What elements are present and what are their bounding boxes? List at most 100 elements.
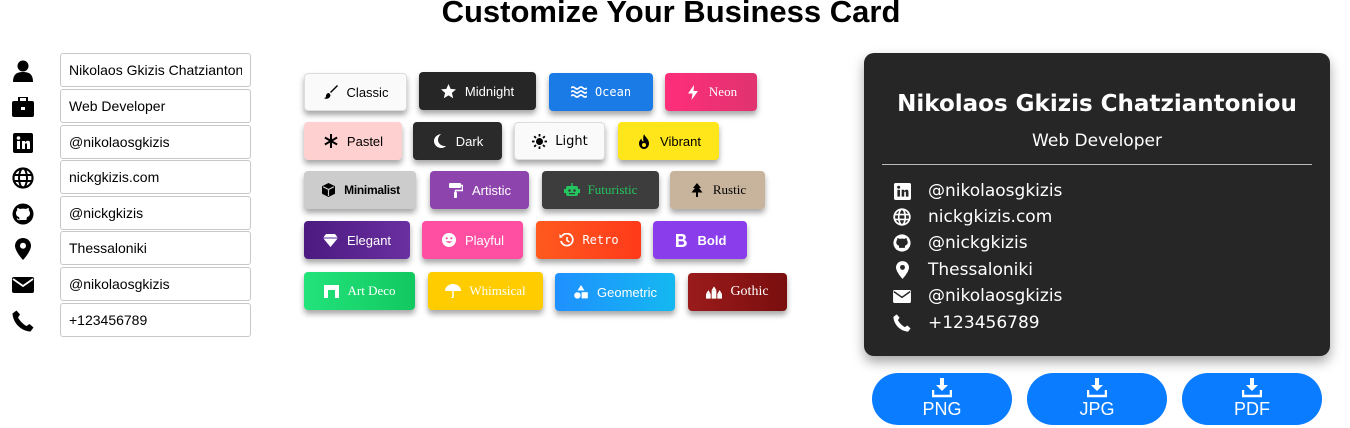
- theme-ocean-button[interactable]: Ocean: [549, 73, 653, 111]
- theme-minimalist-label: Minimalist: [344, 183, 400, 197]
- theme-vibrant-button[interactable]: Vibrant: [618, 122, 719, 160]
- github-input[interactable]: [60, 196, 251, 230]
- form-row-website: [10, 160, 255, 196]
- theme-whimsical-button[interactable]: Whimsical: [428, 272, 543, 310]
- theme-geometric-button[interactable]: Geometric: [555, 273, 675, 311]
- form-row-github: [10, 196, 255, 232]
- map-pin-icon: [12, 238, 34, 260]
- website-input[interactable]: [60, 160, 251, 194]
- phone-icon: [12, 310, 34, 332]
- download-pdf-button[interactable]: PDF: [1182, 373, 1322, 425]
- star-icon: [441, 83, 457, 99]
- theme-elegant-label: Elegant: [346, 232, 392, 248]
- theme-light-label: Light: [555, 133, 588, 149]
- card-email-text: @nikolaosgkizis: [928, 286, 1063, 306]
- waves-icon: [570, 84, 587, 100]
- tree-icon: [689, 182, 705, 198]
- smile-icon: [441, 232, 457, 248]
- theme-artdeco-button[interactable]: Art Deco: [304, 272, 415, 310]
- globe-icon: [892, 207, 912, 227]
- card-job-title: Web Developer: [1032, 131, 1162, 151]
- cube-icon: [320, 182, 336, 198]
- form-row-email: [10, 267, 255, 303]
- theme-retro-label: Retro: [582, 233, 619, 247]
- download-icon: [1086, 378, 1108, 398]
- theme-bold-label: Bold: [697, 232, 727, 248]
- card-email-row: @nikolaosgkizis: [892, 285, 1062, 307]
- github-icon: [12, 203, 34, 225]
- download-icon: [1241, 378, 1263, 398]
- envelope-icon: [12, 274, 34, 296]
- download-icon: [931, 378, 953, 398]
- theme-minimalist-button[interactable]: Minimalist: [304, 171, 416, 209]
- job-title-input[interactable]: [60, 89, 251, 123]
- card-location-row: Thessaloniki: [892, 259, 1033, 281]
- theme-rustic-label: Rustic: [712, 182, 747, 197]
- theme-midnight-button[interactable]: Midnight: [419, 72, 536, 110]
- theme-ocean-label: Ocean: [594, 85, 632, 99]
- theme-gothic-label: Gothic: [730, 284, 769, 299]
- phone-input[interactable]: [60, 303, 251, 337]
- theme-rustic-button[interactable]: Rustic: [670, 171, 765, 209]
- download-jpg-button[interactable]: JPG: [1027, 373, 1167, 425]
- umbrella-icon: [445, 283, 462, 299]
- card-location-text: Thessaloniki: [928, 260, 1033, 280]
- theme-whimsical-label: Whimsical: [469, 283, 526, 298]
- download-jpg-label: JPG: [1079, 399, 1115, 419]
- theme-dark-button[interactable]: Dark: [413, 122, 502, 160]
- theme-classic-label: Classic: [346, 84, 389, 100]
- card-website-row: nickgkizis.com: [892, 206, 1052, 228]
- theme-futuristic-button[interactable]: Futuristic: [542, 171, 659, 209]
- form-row-linkedin: [10, 125, 255, 161]
- shapes-icon: [573, 284, 589, 300]
- linkedin-input[interactable]: [60, 125, 251, 159]
- theme-vibrant-label: Vibrant: [660, 133, 701, 149]
- user-icon: [12, 60, 34, 82]
- download-png-label: PNG: [922, 399, 962, 419]
- card-phone-row: +123456789: [892, 312, 1040, 334]
- email-input[interactable]: [60, 267, 251, 301]
- globe-icon: [12, 167, 34, 189]
- linkedin-icon: [892, 181, 912, 201]
- theme-pastel-button[interactable]: Pastel: [304, 122, 402, 160]
- card-github-text: @nickgkizis: [928, 233, 1028, 253]
- theme-retro-button[interactable]: Retro: [536, 221, 641, 259]
- theme-gothic-button[interactable]: Gothic: [688, 273, 787, 311]
- theme-neon-button[interactable]: Neon: [665, 73, 757, 111]
- moon-icon: [432, 133, 448, 149]
- card-divider: [882, 164, 1312, 165]
- theme-artistic-label: Artistic: [472, 182, 511, 198]
- download-png-button[interactable]: PNG: [872, 373, 1012, 425]
- archway-icon: [323, 283, 339, 299]
- form-row-name: [10, 53, 255, 89]
- card-linkedin-row: @nikolaosgkizis: [892, 180, 1062, 202]
- business-card-preview: Nikolaos Gkizis Chatziantoniou Web Devel…: [864, 53, 1330, 356]
- name-input[interactable]: [60, 53, 251, 87]
- phone-icon: [892, 313, 912, 333]
- theme-dark-label: Dark: [455, 133, 484, 149]
- card-github-row: @nickgkizis: [892, 232, 1028, 254]
- location-input[interactable]: [60, 231, 251, 265]
- theme-light-button[interactable]: Light: [514, 122, 605, 160]
- theme-classic-button[interactable]: Classic: [304, 73, 407, 111]
- linkedin-icon: [12, 132, 34, 154]
- theme-elegant-button[interactable]: Elegant: [304, 221, 410, 259]
- theme-playful-button[interactable]: Playful: [422, 221, 523, 259]
- theme-pastel-label: Pastel: [346, 133, 384, 149]
- card-name: Nikolaos Gkizis Chatziantoniou: [897, 91, 1297, 117]
- lightning-icon: [685, 84, 701, 100]
- theme-artdeco-label: Art Deco: [347, 283, 396, 298]
- theme-bold-button[interactable]: Bold: [653, 221, 747, 259]
- theme-playful-label: Playful: [464, 232, 505, 248]
- briefcase-icon: [12, 96, 34, 118]
- envelope-icon: [892, 286, 912, 306]
- theme-midnight-label: Midnight: [464, 83, 515, 99]
- card-website-text: nickgkizis.com: [928, 207, 1053, 227]
- theme-futuristic-label: Futuristic: [587, 182, 638, 197]
- card-phone-text: +123456789: [928, 313, 1040, 333]
- theme-neon-label: Neon: [708, 84, 738, 99]
- form-row-phone: [10, 303, 255, 339]
- bold-icon: [674, 232, 690, 248]
- snowflake-icon: [323, 133, 339, 149]
- theme-artistic-button[interactable]: Artistic: [430, 171, 529, 209]
